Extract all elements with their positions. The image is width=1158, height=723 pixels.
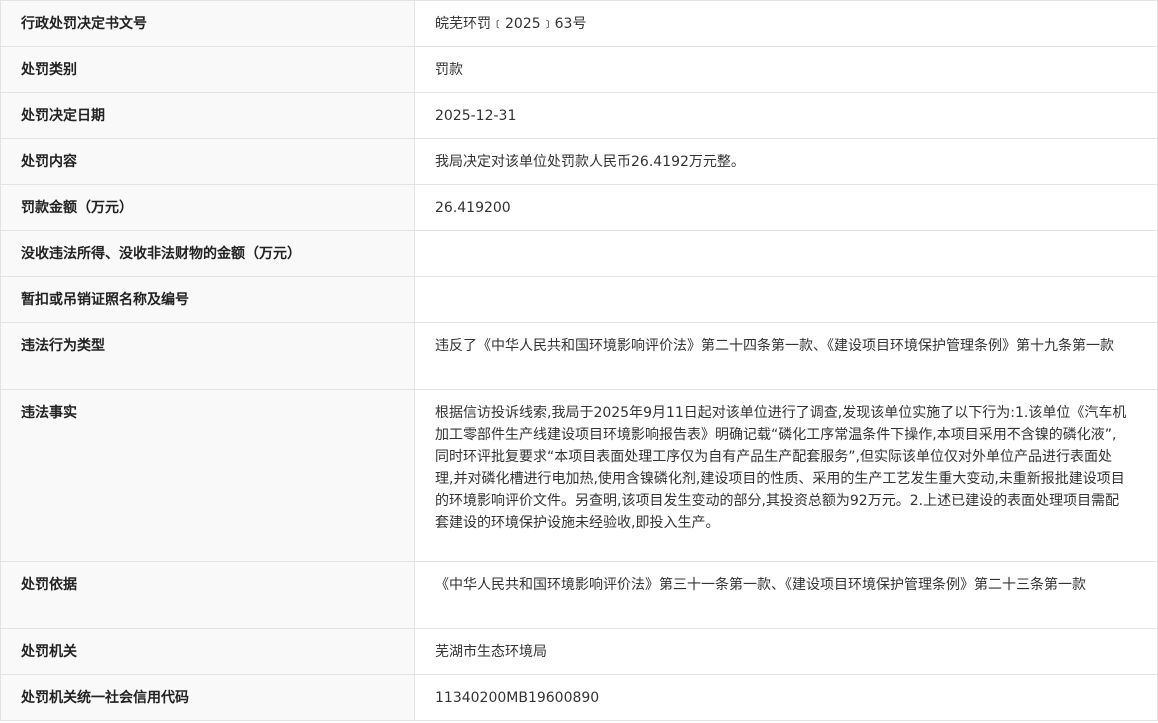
row-decision-number: 行政处罚决定书文号 皖芜环罚﹝2025﹞63号: [0, 0, 1158, 47]
row-penalty-basis: 处罚依据 《中华人民共和国环境影响评价法》第三十一条第一款、《建设项目环境保护管…: [0, 561, 1158, 629]
field-value: 根据信访投诉线索,我局于2025年9月11日起对该单位进行了调查,发现该单位实施…: [414, 389, 1158, 562]
field-label: 处罚类别: [0, 46, 415, 93]
field-value: [414, 230, 1158, 277]
field-value: [414, 276, 1158, 323]
row-penalty-type: 处罚类别 罚款: [0, 46, 1158, 93]
field-value: 芜湖市生态环境局: [414, 628, 1158, 675]
row-penalty-authority: 处罚机关 芜湖市生态环境局: [0, 628, 1158, 675]
field-label: 处罚内容: [0, 138, 415, 185]
field-value: 违反了《中华人民共和国环境影响评价法》第二十四条第一款、《建设项目环境保护管理条…: [414, 322, 1158, 390]
field-label: 处罚机关统一社会信用代码: [0, 674, 415, 721]
field-value: 26.419200: [414, 184, 1158, 231]
field-label: 罚款金额（万元）: [0, 184, 415, 231]
row-license-revocation: 暂扣或吊销证照名称及编号: [0, 276, 1158, 323]
row-confiscation-amount: 没收违法所得、没收非法财物的金额（万元）: [0, 230, 1158, 277]
field-value: 《中华人民共和国环境影响评价法》第三十一条第一款、《建设项目环境保护管理条例》第…: [414, 561, 1158, 629]
row-penalty-content: 处罚内容 我局决定对该单位处罚款人民币26.4192万元整。: [0, 138, 1158, 185]
row-decision-date: 处罚决定日期 2025-12-31: [0, 92, 1158, 139]
field-label: 暂扣或吊销证照名称及编号: [0, 276, 415, 323]
field-value: 11340200MB19600890: [414, 674, 1158, 721]
field-label: 处罚机关: [0, 628, 415, 675]
field-value: 皖芜环罚﹝2025﹞63号: [414, 0, 1158, 47]
field-value: 罚款: [414, 46, 1158, 93]
row-authority-credit-code: 处罚机关统一社会信用代码 11340200MB19600890: [0, 674, 1158, 721]
field-label: 违法事实: [0, 389, 415, 562]
field-label: 处罚依据: [0, 561, 415, 629]
field-label: 违法行为类型: [0, 322, 415, 390]
field-value: 我局决定对该单位处罚款人民币26.4192万元整。: [414, 138, 1158, 185]
field-label: 处罚决定日期: [0, 92, 415, 139]
row-violation-type: 违法行为类型 违反了《中华人民共和国环境影响评价法》第二十四条第一款、《建设项目…: [0, 322, 1158, 390]
field-value: 2025-12-31: [414, 92, 1158, 139]
row-fine-amount: 罚款金额（万元） 26.419200: [0, 184, 1158, 231]
penalty-info-table: 行政处罚决定书文号 皖芜环罚﹝2025﹞63号 处罚类别 罚款 处罚决定日期 2…: [0, 0, 1158, 721]
field-label: 行政处罚决定书文号: [0, 0, 415, 47]
row-violation-facts: 违法事实 根据信访投诉线索,我局于2025年9月11日起对该单位进行了调查,发现…: [0, 389, 1158, 562]
field-label: 没收违法所得、没收非法财物的金额（万元）: [0, 230, 415, 277]
